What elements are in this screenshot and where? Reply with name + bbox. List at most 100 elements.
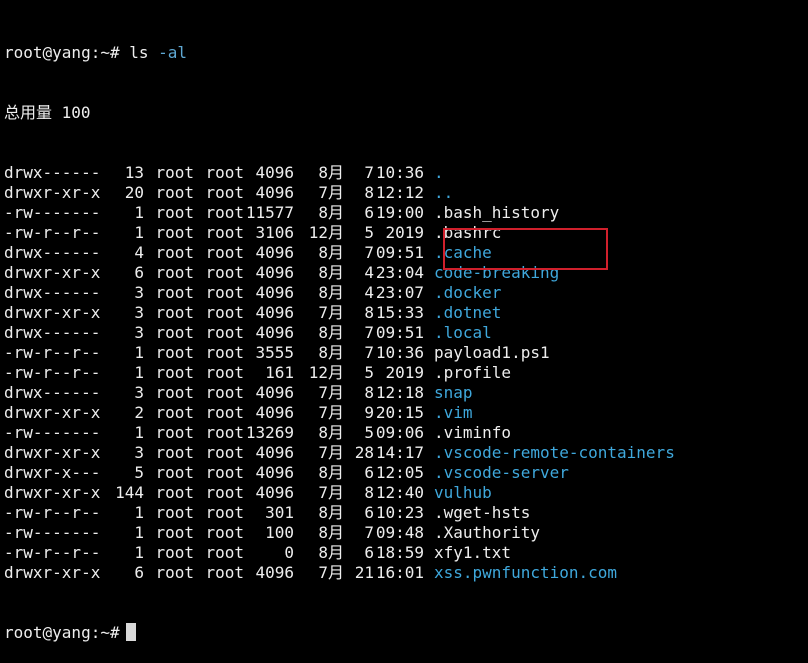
entry-group: root	[205, 523, 244, 542]
entry-day: 6	[364, 543, 374, 562]
entry-owner: root	[155, 263, 194, 282]
entry-owner: root	[155, 423, 194, 442]
entry-month: 12月	[308, 363, 344, 382]
entry-owner: root	[155, 403, 194, 422]
list-item: drwxr-xr-x 2 root root 4096 7月 9 20:15 .vim	[4, 403, 808, 423]
entry-name: .docker	[434, 283, 502, 302]
entry-name: xss.pwnfunction.com	[434, 563, 618, 582]
entry-day: 7	[364, 343, 374, 362]
entry-day: 4	[364, 283, 374, 302]
entry-size: 4096	[255, 163, 294, 182]
entry-owner: root	[155, 503, 194, 522]
entry-perm: drwx------	[4, 323, 101, 342]
entry-links: 1	[134, 543, 144, 562]
entry-size: 301	[265, 503, 294, 522]
list-item: drwxr-xr-x 20 root root 4096 7月 8 12:12..	[4, 183, 808, 203]
entry-group: root	[205, 263, 244, 282]
entry-perm: drwxr-xr-x	[4, 483, 101, 502]
entry-time: 15:33	[375, 303, 424, 322]
entry-month: 8月	[318, 423, 344, 442]
entry-time: 19:00	[375, 203, 424, 222]
list-item: drwxr-xr-x 6 root root 4096 7月 21 16:01 xss.pwnf…	[4, 563, 808, 583]
entry-links: 5	[134, 463, 144, 482]
entry-size: 4096	[255, 303, 294, 322]
entry-day: 5	[364, 363, 374, 382]
entry-size: 3106	[255, 223, 294, 242]
entry-perm: -rw-r--r--	[4, 503, 101, 522]
entry-day: 5	[364, 423, 374, 442]
entry-month: 7月	[318, 563, 344, 582]
list-item: -rw------- 1 root root 11577 8月 6 19:00 .bash_hi…	[4, 203, 808, 223]
terminal-window[interactable]: root@yang:~# ls -al 总用量 100 drwx------ 13…	[0, 0, 808, 642]
entry-name: .cache	[434, 243, 492, 262]
entry-time: 14:17	[375, 443, 424, 462]
entry-links: 4	[134, 243, 144, 262]
entry-time: 12:12	[375, 183, 424, 202]
entry-month: 8月	[318, 543, 344, 562]
entry-name: payload1.ps1	[434, 343, 550, 362]
list-item: drwx------ 3 root root 4096 8月 7 09:51 .local	[4, 323, 808, 343]
entry-links: 20	[124, 183, 144, 202]
entry-group: root	[205, 423, 244, 442]
list-item: drwx------ 3 root root 4096 8月 4 23:07 .docker	[4, 283, 808, 303]
entry-time: 23:07	[375, 283, 424, 302]
entry-name: vulhub	[434, 483, 492, 502]
command: ls	[129, 43, 149, 62]
entry-perm: drwx------	[4, 283, 101, 302]
entry-name: .wget-hsts	[434, 503, 531, 522]
entry-name: .viminfo	[434, 423, 512, 442]
entry-size: 4096	[255, 263, 294, 282]
entry-name: .Xauthority	[434, 523, 540, 542]
list-item: -rw-r--r-- 1 root root 161 12月 5 2019 .profile	[4, 363, 808, 383]
entry-month: 8月	[318, 283, 344, 302]
entry-owner: root	[155, 243, 194, 262]
entry-month: 8月	[318, 343, 344, 362]
entry-links: 13	[124, 163, 144, 182]
entry-owner: root	[155, 283, 194, 302]
entry-links: 6	[134, 263, 144, 282]
entry-time: 12:18	[375, 383, 424, 402]
entry-perm: -rw-------	[4, 423, 101, 442]
entry-size: 13269	[245, 423, 294, 442]
entry-day: 9	[364, 403, 374, 422]
entry-month: 7月	[318, 383, 344, 402]
entry-name: ..	[434, 183, 454, 202]
list-item: drwx------ 13 root root 4096 8月 7 10:36.	[4, 163, 808, 183]
entry-group: root	[205, 563, 244, 582]
entry-time: 12:05	[375, 463, 424, 482]
entry-group: root	[205, 483, 244, 502]
entry-group: root	[205, 383, 244, 402]
entry-owner: root	[155, 323, 194, 342]
entry-links: 2	[134, 403, 144, 422]
list-item: -rw-r--r-- 1 root root 301 8月 6 10:23 .wget-hsts	[4, 503, 808, 523]
entry-links: 3	[134, 383, 144, 402]
entry-perm: drwx------	[4, 383, 101, 402]
entry-day: 4	[364, 263, 374, 282]
entry-time: 12:40	[375, 483, 424, 502]
entry-perm: drwxr-xr-x	[4, 303, 101, 322]
text-cursor[interactable]	[125, 623, 136, 641]
entry-links: 3	[134, 303, 144, 322]
entry-group: root	[205, 323, 244, 342]
entry-time: 18:59	[375, 543, 424, 562]
entry-links: 1	[134, 343, 144, 362]
entry-day: 8	[364, 303, 374, 322]
list-item: -rw------- 1 root root 13269 8月 5 09:06 .viminfo	[4, 423, 808, 443]
entry-owner: root	[155, 463, 194, 482]
entry-day: 7	[364, 243, 374, 262]
entry-links: 1	[134, 523, 144, 542]
entry-day: 7	[364, 163, 374, 182]
entry-size: 3555	[255, 343, 294, 362]
entry-perm: drwxr-xr-x	[4, 443, 101, 462]
entry-size: 11577	[245, 203, 294, 222]
list-item: -rw------- 1 root root 100 8月 7 09:48 .Xauthorit…	[4, 523, 808, 543]
entry-name: xfy1.txt	[434, 543, 512, 562]
entry-size: 4096	[255, 243, 294, 262]
entry-name: .vim	[434, 403, 473, 422]
entry-owner: root	[155, 383, 194, 402]
entry-time: 09:51	[375, 323, 424, 342]
entry-month: 7月	[318, 483, 344, 502]
entry-name: .local	[434, 323, 492, 342]
entry-day: 5	[364, 223, 374, 242]
list-item: drwxr-xr-x 3 root root 4096 7月 8 15:33 .dotnet	[4, 303, 808, 323]
